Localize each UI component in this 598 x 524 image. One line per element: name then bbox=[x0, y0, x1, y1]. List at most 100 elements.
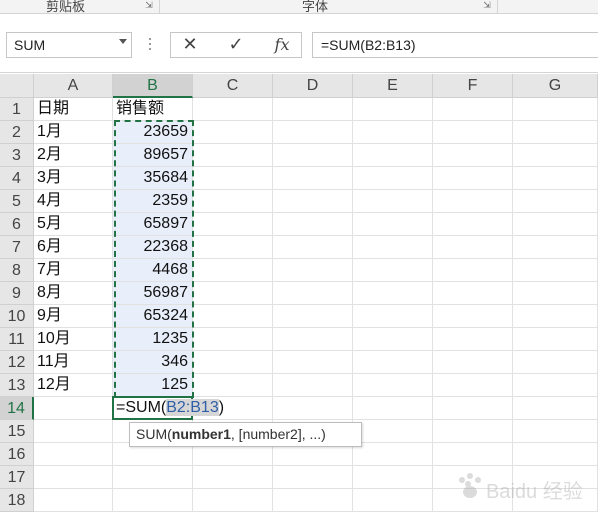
cell-c13[interactable] bbox=[193, 374, 273, 397]
cell-b10[interactable]: 65324 bbox=[113, 305, 193, 328]
cell-e7[interactable] bbox=[353, 236, 433, 259]
font-launcher-icon[interactable]: ⇲ bbox=[482, 1, 492, 11]
cell-c6[interactable] bbox=[193, 213, 273, 236]
cell-a6[interactable]: 5月 bbox=[34, 213, 113, 236]
cell-b17[interactable] bbox=[113, 466, 193, 489]
cell-d2[interactable] bbox=[273, 121, 353, 144]
select-all-corner[interactable] bbox=[0, 74, 34, 98]
row-header-13[interactable]: 13 bbox=[0, 374, 34, 397]
cell-f6[interactable] bbox=[433, 213, 513, 236]
cell-a4[interactable]: 3月 bbox=[34, 167, 113, 190]
name-box[interactable]: SUM bbox=[6, 32, 132, 58]
cell-d13[interactable] bbox=[273, 374, 353, 397]
cell-a9[interactable]: 8月 bbox=[34, 282, 113, 305]
row-header-15[interactable]: 15 bbox=[0, 420, 34, 443]
cell-a8[interactable]: 7月 bbox=[34, 259, 113, 282]
cell-g2[interactable] bbox=[513, 121, 598, 144]
cell-b4[interactable]: 35684 bbox=[113, 167, 193, 190]
cell-d1[interactable] bbox=[273, 98, 353, 121]
cell-d6[interactable] bbox=[273, 213, 353, 236]
cell-c11[interactable] bbox=[193, 328, 273, 351]
cell-e12[interactable] bbox=[353, 351, 433, 374]
cell-d8[interactable] bbox=[273, 259, 353, 282]
row-header-1[interactable]: 1 bbox=[0, 98, 34, 121]
formula-input[interactable]: =SUM(B2:B13) bbox=[312, 32, 598, 58]
cell-e5[interactable] bbox=[353, 190, 433, 213]
cell-b12[interactable]: 346 bbox=[113, 351, 193, 374]
cell-d12[interactable] bbox=[273, 351, 353, 374]
cell-b1[interactable]: 销售额 bbox=[113, 98, 193, 121]
cell-f8[interactable] bbox=[433, 259, 513, 282]
cell-f13[interactable] bbox=[433, 374, 513, 397]
row-header-10[interactable]: 10 bbox=[0, 305, 34, 328]
cell-g12[interactable] bbox=[513, 351, 598, 374]
column-header-d[interactable]: D bbox=[273, 74, 353, 98]
cell-e6[interactable] bbox=[353, 213, 433, 236]
cell-e10[interactable] bbox=[353, 305, 433, 328]
cell-f15[interactable] bbox=[433, 420, 513, 443]
cell-d14[interactable] bbox=[273, 397, 353, 420]
cell-b8[interactable]: 4468 bbox=[113, 259, 193, 282]
cell-c2[interactable] bbox=[193, 121, 273, 144]
cell-a17[interactable] bbox=[34, 466, 113, 489]
cell-g13[interactable] bbox=[513, 374, 598, 397]
row-header-18[interactable]: 18 bbox=[0, 489, 34, 512]
cell-f14[interactable] bbox=[433, 397, 513, 420]
clipboard-launcher-icon[interactable]: ⇲ bbox=[144, 1, 154, 11]
cell-g3[interactable] bbox=[513, 144, 598, 167]
cell-e2[interactable] bbox=[353, 121, 433, 144]
cell-a12[interactable]: 11月 bbox=[34, 351, 113, 374]
cell-f11[interactable] bbox=[433, 328, 513, 351]
cell-e11[interactable] bbox=[353, 328, 433, 351]
cell-b2[interactable]: 23659 bbox=[113, 121, 193, 144]
cell-f16[interactable] bbox=[433, 443, 513, 466]
cell-a10[interactable]: 9月 bbox=[34, 305, 113, 328]
cell-g7[interactable] bbox=[513, 236, 598, 259]
cell-e1[interactable] bbox=[353, 98, 433, 121]
cell-e18[interactable] bbox=[353, 489, 433, 512]
cell-a5[interactable]: 4月 bbox=[34, 190, 113, 213]
cell-g14[interactable] bbox=[513, 397, 598, 420]
row-header-2[interactable]: 2 bbox=[0, 121, 34, 144]
cell-f17[interactable] bbox=[433, 466, 513, 489]
cell-b11[interactable]: 1235 bbox=[113, 328, 193, 351]
column-header-f[interactable]: F bbox=[433, 74, 513, 98]
cell-b6[interactable]: 65897 bbox=[113, 213, 193, 236]
cell-e4[interactable] bbox=[353, 167, 433, 190]
cell-g18[interactable] bbox=[513, 489, 598, 512]
cell-a3[interactable]: 2月 bbox=[34, 144, 113, 167]
drag-handle-icon[interactable] bbox=[148, 35, 152, 53]
cell-d18[interactable] bbox=[273, 489, 353, 512]
cell-c7[interactable] bbox=[193, 236, 273, 259]
cell-c10[interactable] bbox=[193, 305, 273, 328]
row-header-3[interactable]: 3 bbox=[0, 144, 34, 167]
insert-function-icon[interactable]: fx bbox=[269, 35, 295, 55]
column-header-g[interactable]: G bbox=[513, 74, 598, 98]
cell-e8[interactable] bbox=[353, 259, 433, 282]
cell-b18[interactable] bbox=[113, 489, 193, 512]
row-header-12[interactable]: 12 bbox=[0, 351, 34, 374]
active-cell-b14[interactable]: =SUM(B2:B13) bbox=[112, 396, 224, 420]
cell-f10[interactable] bbox=[433, 305, 513, 328]
cell-e15[interactable] bbox=[353, 420, 433, 443]
row-header-4[interactable]: 4 bbox=[0, 167, 34, 190]
cell-e9[interactable] bbox=[353, 282, 433, 305]
cell-f4[interactable] bbox=[433, 167, 513, 190]
cell-g5[interactable] bbox=[513, 190, 598, 213]
cell-a11[interactable]: 10月 bbox=[34, 328, 113, 351]
row-header-5[interactable]: 5 bbox=[0, 190, 34, 213]
cell-d5[interactable] bbox=[273, 190, 353, 213]
cell-f18[interactable] bbox=[433, 489, 513, 512]
cell-a1[interactable]: 日期 bbox=[34, 98, 113, 121]
cell-a18[interactable] bbox=[34, 489, 113, 512]
row-header-14[interactable]: 14 bbox=[0, 397, 34, 420]
cell-a2[interactable]: 1月 bbox=[34, 121, 113, 144]
cancel-icon[interactable]: ✕ bbox=[177, 35, 203, 55]
cell-b7[interactable]: 22368 bbox=[113, 236, 193, 259]
cell-g10[interactable] bbox=[513, 305, 598, 328]
cell-c3[interactable] bbox=[193, 144, 273, 167]
cell-e14[interactable] bbox=[353, 397, 433, 420]
chevron-down-icon[interactable] bbox=[119, 39, 127, 44]
cell-d4[interactable] bbox=[273, 167, 353, 190]
cell-f1[interactable] bbox=[433, 98, 513, 121]
